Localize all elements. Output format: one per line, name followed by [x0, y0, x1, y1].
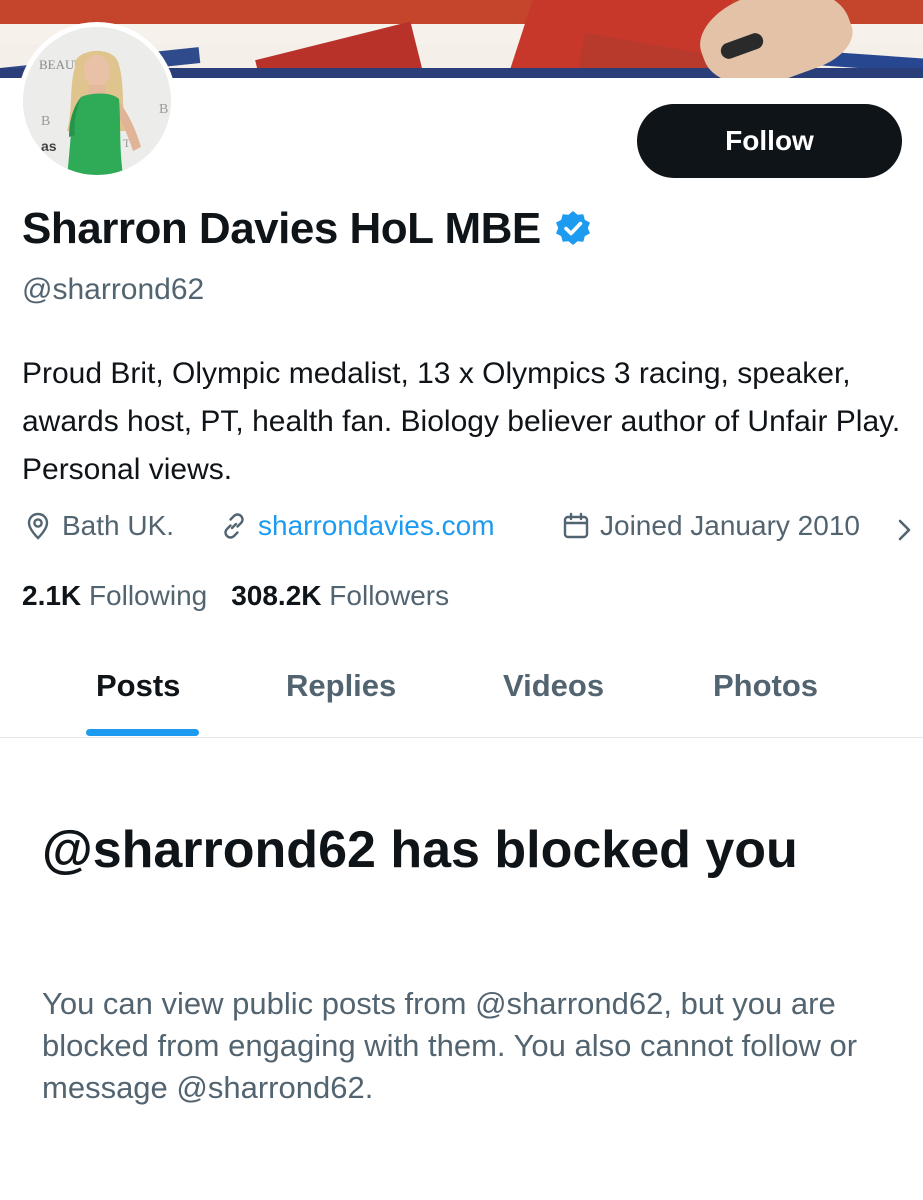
blocked-title: @sharrond62 has blocked you [42, 821, 798, 879]
svg-text:as: as [41, 138, 57, 154]
tab-videos[interactable]: Videos [503, 668, 604, 704]
joined-text: Joined January 2010 [600, 510, 860, 541]
profile-tabs: Posts Replies Videos Photos [0, 640, 923, 738]
follow-button[interactable]: Follow [637, 104, 902, 178]
profile-joined: Joined January 2010 [560, 510, 860, 542]
followers-count: 308.2K [231, 580, 322, 611]
tab-posts[interactable]: Posts [96, 668, 180, 704]
avatar-photo: BEAUTY B B TY as [23, 27, 171, 175]
followers-stat[interactable]: 308.2K Followers [231, 580, 449, 611]
active-tab-indicator [86, 729, 199, 736]
tab-replies[interactable]: Replies [286, 668, 396, 704]
profile-location: Bath UK. [22, 510, 174, 542]
location-pin-icon [27, 512, 49, 540]
tab-photos[interactable]: Photos [713, 668, 818, 704]
website-link[interactable]: sharrondavies.com [258, 510, 495, 542]
profile-name-row: Sharron Davies HoL MBE [22, 204, 593, 254]
display-name: Sharron Davies HoL MBE [22, 204, 541, 253]
following-stat[interactable]: 2.1K Following [22, 580, 207, 611]
verified-badge-icon[interactable] [553, 209, 593, 249]
following-label: Following [88, 580, 208, 611]
following-count: 2.1K [22, 580, 82, 611]
svg-text:B: B [41, 114, 50, 129]
profile-bio: Proud Brit, Olympic medalist, 13 x Olymp… [22, 357, 901, 486]
profile-stats: 2.1K Following 308.2K Followers [22, 580, 449, 612]
chevron-right-icon[interactable] [895, 516, 915, 544]
profile-handle: @sharrond62 [22, 273, 205, 306]
profile-meta: Bath UK. sharrondavies.com Joined Januar… [22, 510, 922, 550]
link-icon [224, 513, 244, 539]
calendar-icon [563, 512, 589, 539]
followers-label: Followers [329, 580, 450, 611]
avatar[interactable]: BEAUTY B B TY as [18, 22, 176, 180]
svg-text:B: B [159, 102, 168, 117]
location-text: Bath UK. [62, 510, 175, 541]
blocked-description: You can view public posts from @sharrond… [42, 986, 858, 1105]
profile-website[interactable]: sharrondavies.com [218, 510, 495, 542]
